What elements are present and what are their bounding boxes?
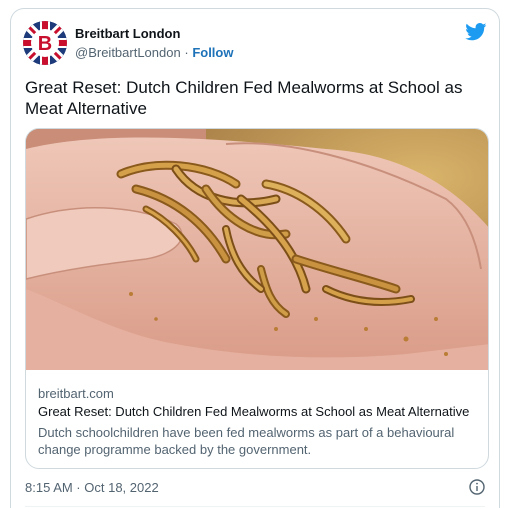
separator-dot: ·: [184, 45, 189, 60]
info-icon[interactable]: [469, 479, 485, 495]
divider: [25, 506, 485, 507]
mealworms-in-hand-photo[interactable]: [26, 129, 489, 370]
breitbart-b-logo-icon: B: [23, 21, 67, 65]
account-handle-line: @BreitbartLondon · Follow: [75, 45, 233, 60]
link-title[interactable]: Great Reset: Dutch Children Fed Mealworm…: [38, 404, 469, 419]
link-description: Dutch schoolchildren have been fed mealw…: [38, 425, 455, 457]
link-preview-card[interactable]: breitbart.com Great Reset: Dutch Childre…: [25, 128, 489, 469]
account-handle[interactable]: @BreitbartLondon: [75, 45, 181, 60]
tweet-text: Great Reset: Dutch Children Fed Mealworm…: [25, 78, 463, 118]
tweet-timestamp[interactable]: 8:15 AM · Oct 18, 2022: [25, 480, 159, 495]
twitter-bird-icon[interactable]: [465, 23, 487, 41]
follow-button[interactable]: Follow: [192, 45, 233, 60]
avatar[interactable]: B: [23, 21, 67, 65]
link-domain: breitbart.com: [38, 386, 114, 401]
account-name[interactable]: Breitbart London: [75, 26, 180, 41]
tweet-card: B Breitbart London @BreitbartLondon · Fo…: [10, 8, 500, 508]
svg-text:B: B: [38, 33, 52, 55]
